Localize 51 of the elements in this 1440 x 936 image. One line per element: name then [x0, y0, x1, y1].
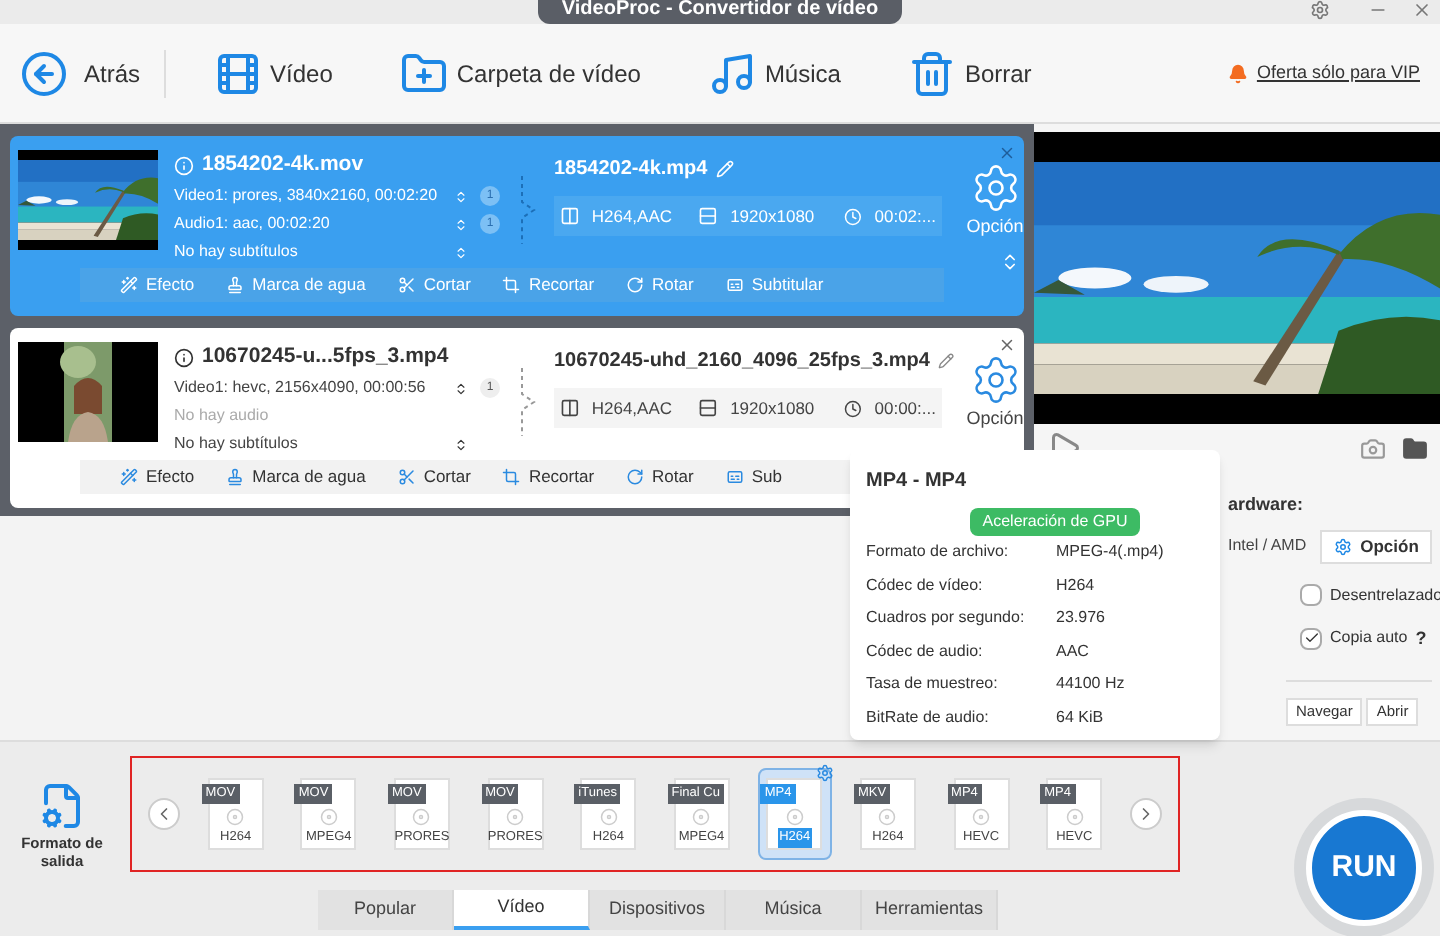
vip-offer-link[interactable]: Oferta sólo para VIP [1256, 59, 1420, 87]
resolution-text: 1920x1080 [730, 203, 817, 229]
edit-tool-button[interactable]: Marca de agua [226, 464, 366, 490]
property-value: MPEG-4(.mp4) [1056, 540, 1164, 565]
codec-text: H264,AAC [591, 203, 675, 229]
duration-text: 00:02:... [874, 203, 936, 229]
property-value: 23.976 [1056, 606, 1105, 631]
category-tab[interactable]: Dispositivos [590, 890, 726, 930]
codec-option-button[interactable]: Opción [966, 354, 1024, 433]
resolution-text: 1920x1080 [730, 395, 817, 421]
property-value: 64 KiB [1056, 705, 1104, 730]
category-tab[interactable]: Popular [318, 890, 454, 930]
edit-tool-button[interactable]: Cortar [397, 464, 471, 490]
hardware-label: ardware: [1228, 492, 1306, 518]
output-file-name: 1854202-4k.mp4 [554, 156, 708, 184]
property-label: Códec de audio: [866, 639, 985, 664]
property-label: Tasa de muestreo: [866, 672, 1000, 697]
toolbar-button[interactable]: Borrar [908, 49, 1032, 97]
edit-tool-button[interactable]: Recortar [502, 464, 595, 490]
window-title: VideoProc - Convertidor de vídeo [537, 0, 903, 24]
edit-tool-button[interactable]: Sub [725, 464, 782, 490]
stream-info[interactable]: Video1: hevc, 2156x4090, 00:00:56 [174, 376, 454, 401]
help-mark[interactable]: ? [1415, 625, 1427, 652]
gpu-badge: Aceleración de GPU [970, 508, 1140, 536]
source-file-name: 10670245-u...5fps_3.mp4 [202, 342, 449, 372]
duration-text: 00:00:... [874, 395, 936, 421]
category-tab[interactable]: Vídeo [454, 890, 590, 930]
output-file-name: 10670245-uhd_2160_4096_25fps_3.mp4 [554, 348, 930, 376]
property-value: H264 [1056, 573, 1095, 598]
option-button[interactable]: Opción [1320, 529, 1433, 563]
source-file-name: 1854202-4k.mov [202, 150, 364, 180]
stream-info[interactable]: No hay subtítulos [174, 432, 454, 457]
edit-tool-button[interactable]: Efecto [120, 464, 195, 490]
toolbar-button[interactable]: Música [708, 49, 841, 97]
toolbar-button[interactable]: Carpeta de vídeo [400, 49, 641, 97]
category-tab[interactable]: Música [726, 890, 862, 930]
property-label: BitRate de audio: [866, 705, 991, 730]
edit-tool-button[interactable]: Rotar [626, 464, 694, 490]
category-tab[interactable]: Herramientas [862, 890, 998, 930]
property-label: Códec de vídeo: [866, 573, 985, 598]
run-button[interactable]: RUN [1306, 810, 1422, 926]
popup-title: MP4 - MP4 [866, 468, 969, 496]
checkbox-label: Copia auto [1330, 626, 1408, 651]
codec-text: H264,AAC [591, 395, 675, 421]
property-label: Formato de archivo: [866, 540, 1011, 565]
property-value: 44100 Hz [1056, 672, 1125, 697]
back-button[interactable]: Atrás [20, 49, 167, 97]
toolbar-button[interactable]: Vídeo [214, 49, 333, 97]
property-value: AAC [1056, 639, 1089, 664]
hardware-value: Intel / AMD [1228, 534, 1307, 558]
property-label: Cuadros por segundo: [866, 606, 1027, 631]
